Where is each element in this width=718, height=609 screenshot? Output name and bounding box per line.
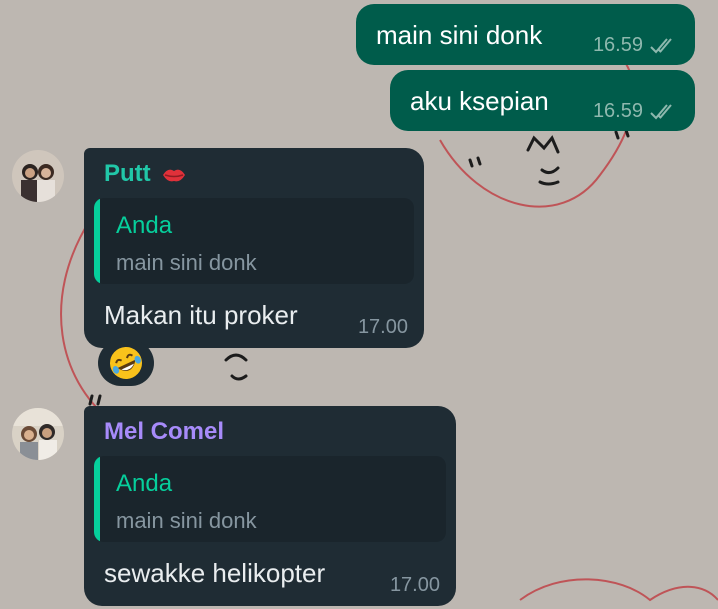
message-time: 17.00 [389, 574, 440, 596]
message-text: aku ksepian [410, 86, 549, 116]
message-text: sewakke helikopter [104, 558, 326, 588]
double-check-icon [650, 103, 672, 119]
quote-author: Anda [116, 470, 173, 497]
incoming-message-bubble[interactable]: Putt Anda main sini donk Makan itu proke… [84, 148, 424, 348]
sender-name: Putt [104, 160, 187, 188]
quote-accent-bar [94, 456, 100, 542]
sender-name: Mel Comel [104, 418, 225, 445]
quote-author: Anda [116, 212, 173, 239]
avatar-mel-comel[interactable] [12, 408, 64, 460]
message-time: 16.59 [592, 100, 643, 122]
incoming-message-bubble[interactable]: Mel Comel Anda main sini donk sewakke he… [84, 406, 456, 606]
quoted-message[interactable]: Anda main sini donk [94, 198, 414, 284]
quote-text: main sini donk [116, 250, 257, 275]
message-time: 17.00 [357, 316, 408, 338]
avatar-photo [12, 150, 64, 202]
message-time: 16.59 [592, 34, 643, 56]
rolling-on-floor-laughing-emoji-icon [110, 347, 142, 379]
avatar-putt[interactable] [12, 150, 64, 202]
quote-text: main sini donk [116, 508, 257, 533]
message-reaction[interactable] [98, 340, 154, 386]
outgoing-message-bubble[interactable]: aku ksepian 16.59 [390, 70, 695, 131]
message-text: Makan itu proker [104, 300, 298, 330]
avatar-photo [12, 408, 64, 460]
quote-accent-bar [94, 198, 100, 284]
message-meta: 16.59 [593, 34, 679, 57]
quoted-message[interactable]: Anda main sini donk [94, 456, 446, 542]
outgoing-message-bubble[interactable]: main sini donk 16.59 [356, 4, 695, 65]
message-meta: 16.59 [593, 100, 679, 123]
double-check-icon [650, 37, 672, 53]
lips-icon [163, 169, 186, 182]
message-text: main sini donk [376, 20, 543, 50]
